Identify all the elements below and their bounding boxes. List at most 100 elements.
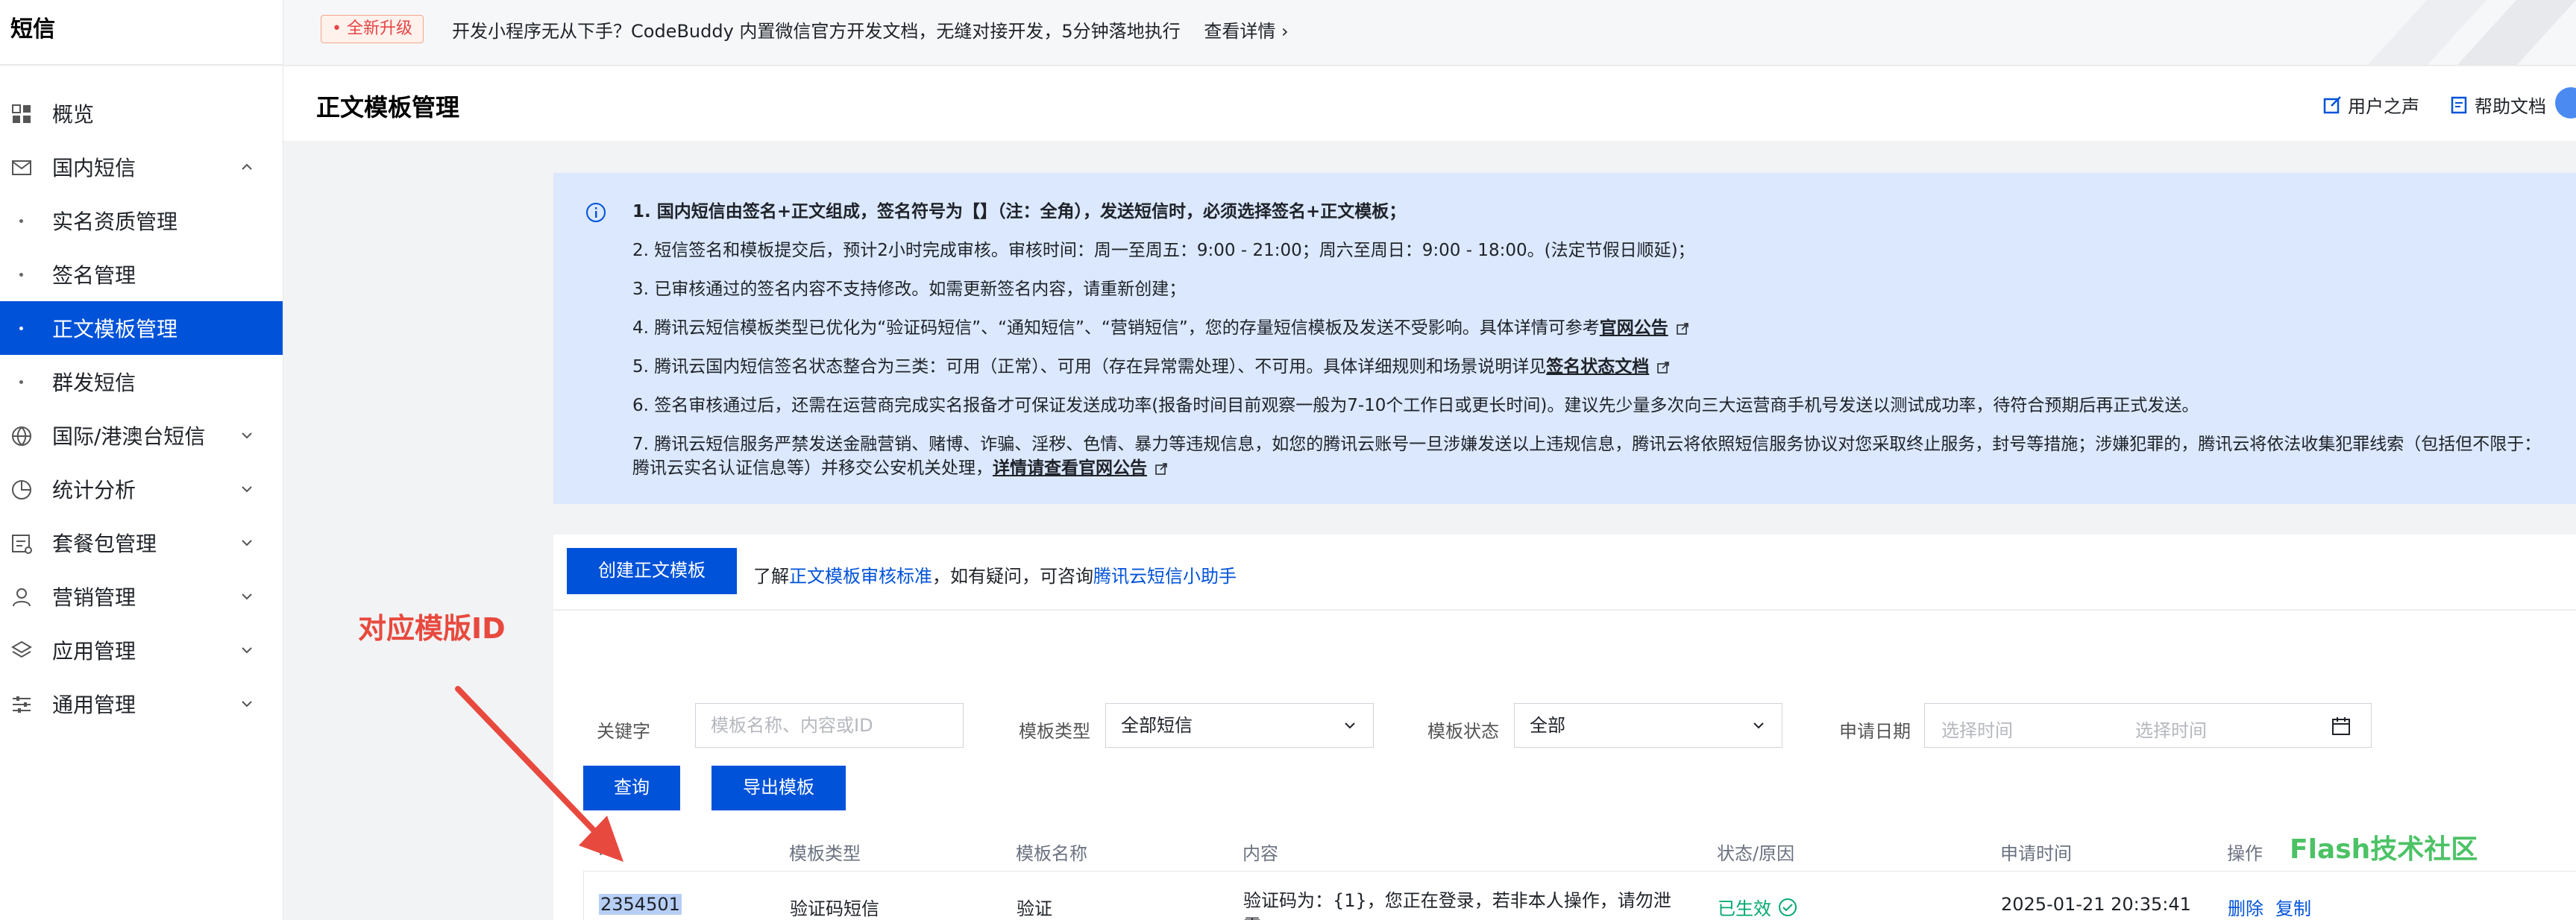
export-template-button[interactable]: 导出模板 <box>711 766 846 810</box>
bullet-icon <box>19 327 23 330</box>
announcement-link[interactable]: 官网公告 <box>1600 318 1668 338</box>
sidebar-item-label: 国际/港澳台短信 <box>52 424 206 449</box>
date-start-input[interactable]: 选择时间 <box>1941 716 2013 742</box>
column-header: 内容 <box>1243 843 1278 864</box>
user-icon <box>13 588 31 607</box>
apply-time: 2025-01-21 20:35:41 <box>2001 894 2191 915</box>
notice-item: 7. 腾讯云短信服务严禁发送金融营销、赌博、诈骗、淫秽、色情、暴力等违规信息，如… <box>632 435 2542 478</box>
notice-item: 4. 腾讯云短信模板类型已优化为“验证码短信”、“通知短信”、“营销短信”，您的… <box>632 316 2549 340</box>
chevron-up-icon <box>242 163 252 170</box>
column-header: 操作 <box>2227 843 2263 864</box>
chevron-down-icon <box>242 593 252 600</box>
chevron-down-icon <box>1345 722 1355 729</box>
chevron-down-icon <box>1753 722 1764 729</box>
sms-assistant-link[interactable]: 腾讯云短信小助手 <box>1093 566 1237 587</box>
external-link-icon <box>1657 361 1670 374</box>
sidebar-item-package[interactable]: 套餐包管理 <box>0 516 283 570</box>
sidebar-item-bulk-send[interactable]: 群发短信 <box>0 355 283 409</box>
official-notice-link[interactable]: 详情请查看官网公告 <box>993 459 1147 478</box>
banner-decoration <box>2367 0 2576 65</box>
sidebar-item-general[interactable]: 通用管理 <box>0 677 283 731</box>
sidebar-item-realname[interactable]: 实名资质管理 <box>0 194 283 248</box>
user-voice-link[interactable]: 用户之声 <box>2322 92 2419 118</box>
apply-date-label: 申请日期 <box>1839 721 1911 742</box>
document-icon <box>2451 96 2467 113</box>
pie-chart-icon <box>12 480 31 500</box>
notice-box: 1. 国内短信由签名+正文组成，签名符号为【】（注：全角），发送短信时，必须选择… <box>553 173 2576 504</box>
sidebar-item-label: 正文模板管理 <box>52 317 178 341</box>
review-standard-link[interactable]: 正文模板审核标准 <box>789 566 932 587</box>
template-status-select[interactable]: 全部 <box>1514 703 1782 748</box>
sidebar-title: 短信 <box>0 0 283 66</box>
date-end-input[interactable]: 选择时间 <box>2135 716 2207 742</box>
sidebar-item-label: 套餐包管理 <box>52 532 157 556</box>
globe-icon <box>12 426 31 446</box>
column-header: 申请时间 <box>2000 843 2072 864</box>
create-tip: 了解正文模板审核标准，如有疑问，可咨询腾讯云短信小助手 <box>753 566 1237 587</box>
delete-link[interactable]: 删除 <box>2228 894 2264 920</box>
sidebar-item-international[interactable]: 国际/港澳台短信 <box>0 409 283 462</box>
signature-status-doc-link[interactable]: 签名状态文档 <box>1546 357 1649 376</box>
upgrade-badge: • 全新升级 <box>321 15 424 43</box>
column-header: 状态/原因 <box>1717 843 1795 864</box>
sidebar-item-application[interactable]: 应用管理 <box>0 623 283 677</box>
column-header: 模板类型 <box>789 843 861 864</box>
page-title: 正文模板管理 <box>316 93 460 122</box>
template-panel: 创建正文模板 了解正文模板审核标准，如有疑问，可咨询腾讯云短信小助手 关键字 模… <box>553 535 2576 920</box>
sidebar: 短信 概览 国内短信 实名资质管理 签名管理 正文模板管理 群发短信 国际/港澳… <box>0 0 283 920</box>
sidebar-item-label: 实名资质管理 <box>52 209 178 234</box>
create-template-button[interactable]: 创建正文模板 <box>567 548 737 594</box>
template-content: 验证码为：{1}，您正在登录，若非本人操作，请勿泄露。 <box>1243 890 1671 920</box>
column-header: 模板名称 <box>1016 843 1087 864</box>
template-name: 验证 <box>1017 898 1052 919</box>
sidebar-item-label: 签名管理 <box>52 263 136 288</box>
mail-icon <box>12 160 31 175</box>
keyword-input[interactable]: 模板名称、内容或ID <box>695 703 964 748</box>
banner-details-link[interactable]: 查看详情 › <box>1204 21 1288 42</box>
external-link-icon <box>1155 462 1167 475</box>
template-id[interactable]: 2354501 <box>599 894 682 915</box>
sidebar-item-overview[interactable]: 概览 <box>0 86 283 140</box>
sidebar-item-label: 国内短信 <box>52 156 136 180</box>
table-row: 2354501 验证码短信 验证 验证码为：{1}，您正在登录，若非本人操作，请… <box>583 872 2576 920</box>
grid-icon <box>12 104 31 123</box>
template-type-label: 模板类型 <box>1019 721 1090 742</box>
help-docs-link[interactable]: 帮助文档 <box>2449 92 2546 118</box>
banner-text: 开发小程序无从下手？CodeBuddy 内置微信官方开发文档，无缝对接开发，5分… <box>452 21 1289 42</box>
sidebar-item-label: 通用管理 <box>52 693 136 717</box>
sidebar-item-marketing[interactable]: 营销管理 <box>0 570 283 623</box>
status-badge: 已生效 <box>1718 894 1798 920</box>
sidebar-item-label: 概览 <box>52 102 95 127</box>
notice-list: 1. 国内短信由签名+正文组成，签名符号为【】（注：全角），发送短信时，必须选择… <box>632 200 2576 480</box>
chevron-down-icon <box>242 432 252 439</box>
sidebar-item-template[interactable]: 正文模板管理 <box>0 301 283 355</box>
copy-link[interactable]: 复制 <box>2275 894 2311 920</box>
sidebar-item-label: 营销管理 <box>52 585 136 610</box>
watermark: Flash技术社区 <box>2290 834 2478 865</box>
sidebar-nav: 概览 国内短信 实名资质管理 签名管理 正文模板管理 群发短信 国际/港澳台短信 <box>0 66 283 731</box>
calendar-icon <box>2332 717 2350 735</box>
divider <box>553 609 2576 611</box>
info-icon <box>586 203 606 222</box>
sidebar-item-signature[interactable]: 签名管理 <box>0 248 283 301</box>
table-header: ID 模板类型 模板名称 内容 状态/原因 申请时间 操作 <box>583 828 2576 872</box>
bullet-icon <box>19 219 23 223</box>
sidebar-item-label: 群发短信 <box>52 371 136 395</box>
page-header: 正文模板管理 用户之声 帮助文档 <box>283 66 2576 141</box>
layers-icon <box>11 640 32 658</box>
template-type-select[interactable]: 全部短信 <box>1105 703 1374 748</box>
bullet-icon <box>19 380 23 384</box>
sidebar-item-domestic-sms[interactable]: 国内短信 <box>0 140 283 194</box>
template-type: 验证码短信 <box>790 898 879 919</box>
sidebar-item-statistics[interactable]: 统计分析 <box>0 462 283 516</box>
header-actions: 用户之声 帮助文档 <box>2322 92 2546 118</box>
sliders-icon <box>13 696 31 713</box>
notice-item: 6. 签名审核通过后，还需在运营商完成实名报备才可保证发送成功率(报备时间目前观… <box>632 396 2199 415</box>
sidebar-item-label: 统计分析 <box>52 478 136 502</box>
date-range-picker[interactable]: 选择时间 选择时间 <box>1924 703 2372 748</box>
package-icon <box>12 535 32 554</box>
avatar[interactable] <box>2555 87 2576 119</box>
fire-icon: • <box>332 19 342 38</box>
external-link-icon <box>1677 322 1688 335</box>
external-edit-icon <box>2323 95 2341 113</box>
